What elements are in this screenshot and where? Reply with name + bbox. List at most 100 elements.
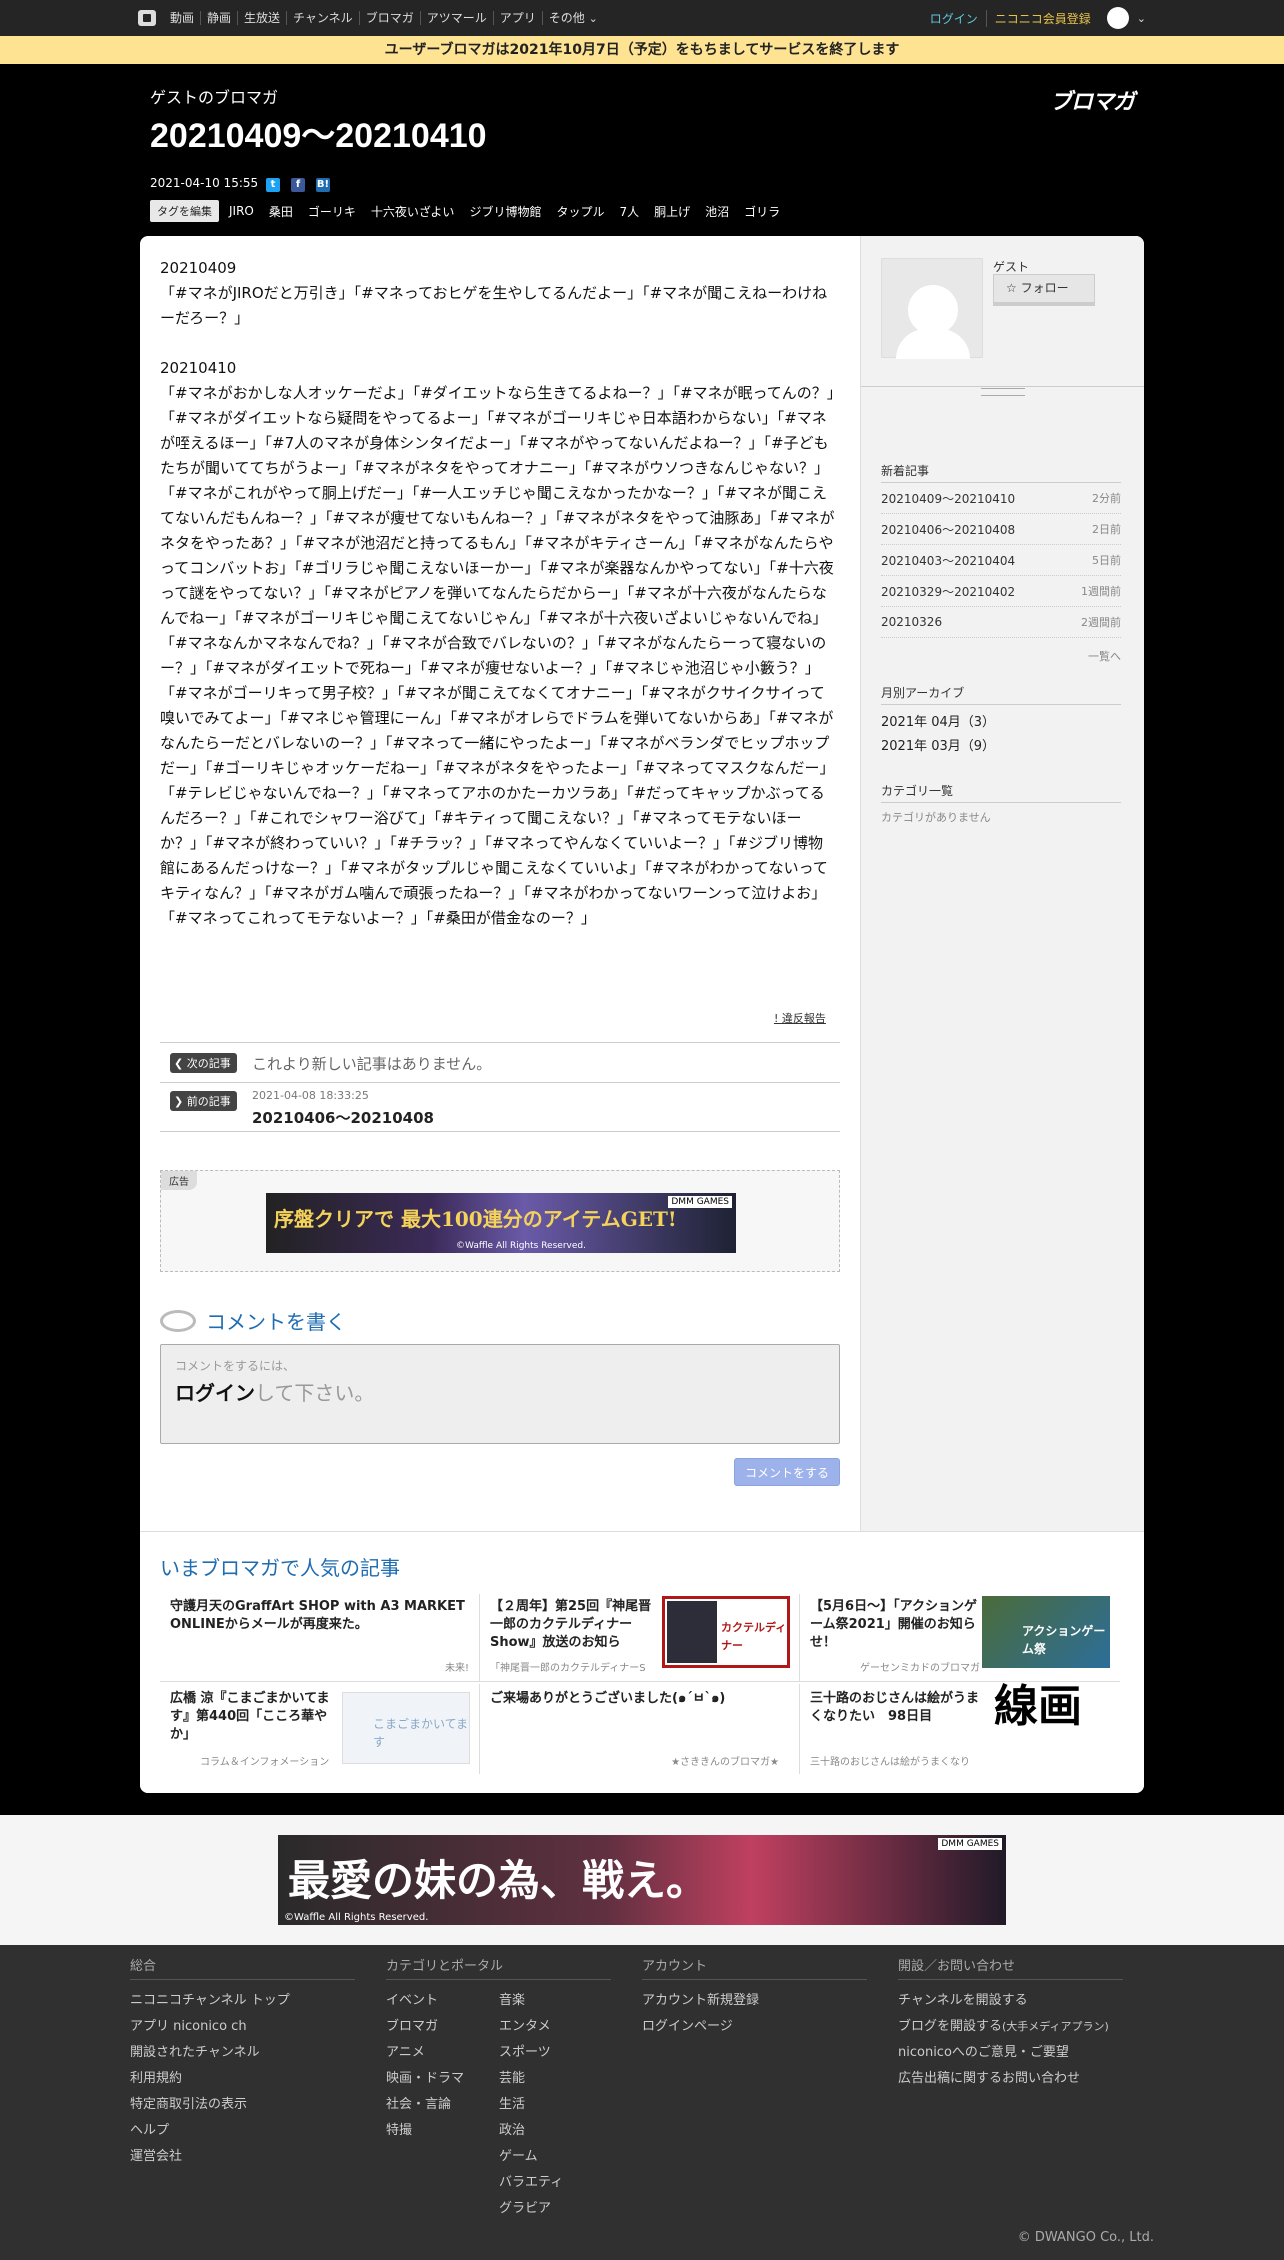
author-name[interactable]: ゲスト — [993, 258, 1029, 275]
footer-link[interactable]: 運営会社 — [130, 2144, 355, 2170]
footer-link[interactable]: ログインページ — [642, 2014, 867, 2040]
popular-item-title[interactable]: ご来場ありがとうございました(๑´ㅂ`๑) — [490, 1690, 790, 1708]
tag-link[interactable]: タップル — [556, 203, 604, 220]
popular-item-title[interactable]: 三十路のおじさんは絵がうまくなりたい 98日目 — [810, 1690, 980, 1726]
archive-item[interactable]: 2021年 03月（9） — [881, 735, 1121, 759]
footer-link[interactable]: 芸能 — [499, 2066, 563, 2092]
recent-article-item[interactable]: 20210329～20210402 1週間前 — [881, 576, 1121, 607]
nav-seiga[interactable]: 静画 — [201, 11, 239, 25]
tag-link[interactable]: 桑田 — [269, 203, 293, 220]
popular-item-thumbnail[interactable]: こまごまかいてます — [342, 1692, 470, 1764]
recent-article-item[interactable]: 20210409～20210410 2分前 — [881, 483, 1121, 514]
prev-article-title[interactable]: 20210406～20210408 — [252, 1107, 434, 1128]
tag-link[interactable]: ゴーリキ — [308, 203, 356, 220]
popular-item[interactable]: ご来場ありがとうございました(๑´ㅂ`๑) ★さききんのブロマガ★ — [480, 1684, 800, 1774]
blog-name[interactable]: ゲストのブロマガ — [150, 84, 278, 108]
prev-article-row[interactable]: ❯ 前の記事 2021-04-08 18:33:25 20210406～2021… — [160, 1082, 840, 1132]
popular-item[interactable]: 広橋 涼『こまごまかいてます』第440回「こころ華やか」 こまごまかいてます コ… — [160, 1684, 480, 1774]
footer-link[interactable]: スポーツ — [499, 2040, 563, 2066]
nav-atsumaru[interactable]: アツマール — [421, 11, 494, 25]
see-all-link[interactable]: 一覧へ — [881, 648, 1121, 664]
user-avatar-icon[interactable] — [1106, 7, 1129, 29]
popular-item[interactable]: 【２周年】第25回『神尾晋一郎のカクテルディナーShow』放送のお知ら カクテル… — [480, 1594, 800, 1682]
tag-link[interactable]: ゴリラ — [744, 203, 780, 220]
niconico-logo-icon[interactable] — [138, 10, 156, 26]
twitter-share-icon[interactable]: t — [266, 178, 280, 192]
nav-live[interactable]: 生放送 — [238, 11, 288, 25]
chevron-down-icon[interactable]: ⌄ — [1137, 12, 1146, 25]
popular-item-thumbnail[interactable]: 線画 — [982, 1685, 1110, 1764]
collapse-handle-icon[interactable] — [981, 388, 1025, 396]
recent-article-title[interactable]: 20210406～20210408 — [881, 521, 1015, 538]
follow-button[interactable]: ☆ フォロー — [993, 274, 1095, 306]
bottom-ad-banner[interactable]: 最愛の妹の為、戦え。 DMM GAMES ©Waffle All Rights … — [278, 1835, 1006, 1925]
report-violation-link[interactable]: ! 違反報告 — [774, 1010, 826, 1026]
footer-link[interactable]: 開設されたチャンネル — [130, 2040, 355, 2066]
footer-link[interactable]: 政治 — [499, 2118, 563, 2144]
popular-item[interactable]: 三十路のおじさんは絵がうまくなりたい 98日目 線画 三十路のおじさんは絵がうま… — [800, 1684, 1120, 1774]
nav-app[interactable]: アプリ — [494, 11, 543, 25]
footer-link[interactable]: 映画・ドラマ — [386, 2066, 499, 2092]
author-avatar[interactable] — [881, 258, 983, 359]
popular-item-title[interactable]: 【２周年】第25回『神尾晋一郎のカクテルディナーShow』放送のお知ら — [490, 1598, 660, 1652]
popular-item-title[interactable]: 【5月6日～】「アクションゲーム祭2021」開催のお知らせ！ — [810, 1598, 980, 1652]
recent-article-item[interactable]: 20210326 2週間前 — [881, 607, 1121, 638]
footer-link[interactable]: niconicoへのご意見・ご要望 — [898, 2040, 1123, 2066]
popular-item[interactable]: 【5月6日～】「アクションゲーム祭2021」開催のお知らせ！ アクションゲーム祭… — [800, 1594, 1120, 1682]
facebook-share-icon[interactable]: f — [291, 178, 305, 192]
bromaga-logo[interactable]: ブロマガ — [1050, 84, 1135, 116]
footer-link[interactable]: エンタメ — [499, 2014, 563, 2040]
recent-article-title[interactable]: 20210403～20210404 — [881, 552, 1015, 569]
recent-article-item[interactable]: 20210406～20210408 2日前 — [881, 514, 1121, 545]
tag-link[interactable]: 十六夜いざよい — [371, 203, 455, 220]
footer-link[interactable]: バラエティ — [499, 2170, 563, 2196]
recent-article-title[interactable]: 20210409～20210410 — [881, 490, 1015, 507]
popular-item-title[interactable]: 守護月天のGraffArt SHOP with A3 MARKET ONLINE… — [170, 1598, 470, 1634]
comment-textarea[interactable]: コメントをするには、 ログインして下さい。 — [160, 1344, 840, 1444]
popular-item[interactable]: 守護月天のGraffArt SHOP with A3 MARKET ONLINE… — [160, 1594, 480, 1682]
footer-link[interactable]: ブロマガ — [386, 2014, 499, 2040]
footer-link[interactable]: ゲーム — [499, 2144, 563, 2170]
nav-video[interactable]: 動画 — [164, 11, 202, 25]
nav-bromaga[interactable]: ブロマガ — [360, 11, 421, 25]
popular-item-title[interactable]: 広橋 涼『こまごまかいてます』第440回「こころ華やか」 — [170, 1690, 340, 1744]
footer-link[interactable]: ブログを開設する(大手メディアプラン) — [898, 2014, 1123, 2040]
footer-link[interactable]: アカウント新規登録 — [642, 1988, 867, 2014]
popular-item-thumbnail[interactable]: アクションゲーム祭 — [982, 1596, 1110, 1668]
recent-article-title[interactable]: 20210329～20210402 — [881, 583, 1015, 600]
recent-article-item[interactable]: 20210403～20210404 5日前 — [881, 545, 1121, 576]
footer-link[interactable]: 生活 — [499, 2092, 563, 2118]
popular-item-thumbnail[interactable]: カクテルディナー — [662, 1596, 790, 1668]
service-end-announcement[interactable]: ユーザーブロマガは2021年10月7日（予定）をもちましてサービスを終了します — [0, 36, 1284, 64]
footer-link[interactable]: イベント — [386, 1988, 499, 2014]
footer-link[interactable]: ニコニコチャンネル トップ — [130, 1988, 355, 2014]
edit-tags-button[interactable]: タグを編集 — [150, 200, 219, 222]
recent-article-title[interactable]: 20210326 — [881, 615, 942, 629]
archive-item[interactable]: 2021年 04月（3） — [881, 711, 1121, 735]
footer-link[interactable]: 音楽 — [499, 1988, 563, 2014]
footer-link[interactable]: 広告出稿に関するお問い合わせ — [898, 2066, 1123, 2092]
footer-link[interactable]: 社会・言論 — [386, 2092, 499, 2118]
footer-link[interactable]: 特定商取引法の表示 — [130, 2092, 355, 2118]
tag-link[interactable]: JIRO — [229, 204, 254, 218]
hatena-bookmark-icon[interactable]: B! — [316, 178, 330, 192]
footer-link[interactable]: 利用規約 — [130, 2066, 355, 2092]
nav-channel[interactable]: チャンネル — [287, 11, 360, 25]
footer-link[interactable]: 特撮 — [386, 2118, 499, 2144]
tag-link[interactable]: 胴上げ — [654, 203, 690, 220]
footer-link[interactable]: アプリ niconico ch — [130, 2014, 355, 2040]
footer-link[interactable]: アニメ — [386, 2040, 499, 2066]
ad-banner[interactable]: 序盤クリアで 最大100連分のアイテムGET! DMM GAMES ©Waffl… — [266, 1193, 736, 1253]
tag-link[interactable]: 池沼 — [705, 203, 729, 220]
footer-link[interactable]: ヘルプ — [130, 2118, 355, 2144]
tag-link[interactable]: ジブリ博物館 — [469, 203, 541, 220]
footer-link[interactable]: グラビア — [499, 2196, 563, 2222]
login-link[interactable]: ログイン — [930, 9, 987, 27]
tag-link[interactable]: 7人 — [619, 203, 639, 220]
comment-login-link[interactable]: ログイン — [175, 1381, 255, 1405]
register-link[interactable]: ニコニコ会員登録 — [987, 10, 1091, 27]
footer-link[interactable]: チャンネルを開設する — [898, 1988, 1123, 2014]
nav-more[interactable]: その他 ⌄ — [543, 11, 604, 26]
popular-heading[interactable]: いまブロマガで人気の記事 — [160, 1552, 400, 1581]
comment-submit-button[interactable]: コメントをする — [734, 1458, 840, 1486]
